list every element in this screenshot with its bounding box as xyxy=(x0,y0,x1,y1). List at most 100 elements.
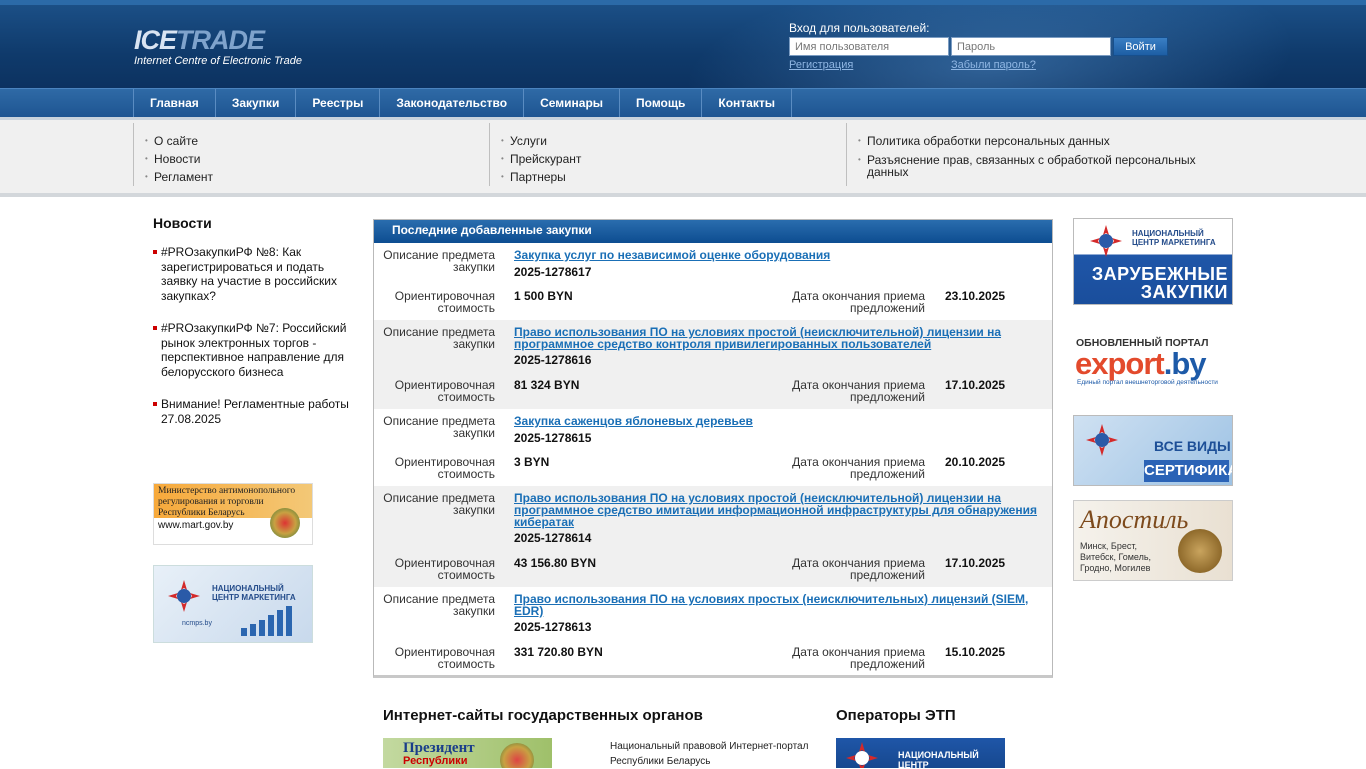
export-by-banner[interactable]: ОБНОВЛЕННЫЙ ПОРТАЛ export.by Единый порт… xyxy=(1073,330,1233,393)
ncm-logo-icon xyxy=(1090,225,1122,257)
register-link[interactable]: Регистрация xyxy=(789,59,951,71)
main-nav: Главная Закупки Реестры Законодательство… xyxy=(0,88,1366,117)
rb2-brand: export.by xyxy=(1075,346,1207,381)
ncm-banner[interactable]: НАЦИОНАЛЬНЫЙ ЦЕНТР МАРКЕТИНГА ncmps.by xyxy=(153,565,313,643)
site-logo[interactable]: ICETRADE Internet Centre of Electronic T… xyxy=(134,25,302,67)
subnav-link-partners[interactable]: Партнеры xyxy=(501,168,846,186)
purchase-deadline: 17.10.2025 xyxy=(945,378,1006,392)
cost-label: Ориентировочная стоимость xyxy=(394,455,495,481)
emblem-icon xyxy=(270,508,300,538)
certificates-banner[interactable]: ВСЕ ВИДЫ СЕРТИФИКАТОВ xyxy=(1073,415,1233,486)
news-panel: Новости #PROзакупкиРФ №8: Как зарегистри… xyxy=(153,215,353,444)
table-row: Описание предмета закупки Право использо… xyxy=(374,486,1052,587)
subnav-column-1: О сайте Новости Регламент xyxy=(133,123,490,186)
rb4-title: Апостиль xyxy=(1080,505,1189,534)
ncm-logo-icon xyxy=(846,742,878,768)
purchase-number: 2025-1278617 xyxy=(514,265,592,279)
purchase-deadline: 15.10.2025 xyxy=(945,645,1006,659)
purchase-cost: 331 720.80 BYN xyxy=(514,645,603,659)
purchase-cost: 3 BYN xyxy=(514,455,550,469)
forgot-password-link[interactable]: Забыли пароль? xyxy=(951,59,1113,71)
header: ICETRADE Internet Centre of Electronic T… xyxy=(0,0,1366,88)
ncm-logo-icon xyxy=(168,580,200,612)
subnav-link-about[interactable]: О сайте xyxy=(145,132,490,150)
login-panel: Вход для пользователей: Войти Регистраци… xyxy=(789,21,1179,71)
purchase-number: 2025-1278614 xyxy=(514,531,592,545)
ncm-banner-url: ncmps.by xyxy=(182,620,212,627)
nav-item-legislation[interactable]: Законодательство xyxy=(380,89,525,117)
rb3-bottom-text: СЕРТИФИКАТОВ xyxy=(1144,460,1232,482)
purchase-cost: 1 500 BYN xyxy=(514,289,573,303)
desc-label: Описание предмета закупки xyxy=(383,248,495,274)
table-row: Описание предмета закупки Закупка саженц… xyxy=(374,409,1052,486)
subnav-link-rights-explanation[interactable]: Разъяснение прав, связанных с обработкой… xyxy=(858,154,1207,178)
purchase-title-link[interactable]: Закупка саженцов яблоневых деревьев xyxy=(514,415,1044,427)
desc-label: Описание предмета закупки xyxy=(383,491,495,517)
purchase-number: 2025-1278616 xyxy=(514,353,592,367)
nav-item-home[interactable]: Главная xyxy=(134,89,216,117)
subnav-column-3: Политика обработки персональных данных Р… xyxy=(846,123,1226,186)
purchase-deadline: 23.10.2025 xyxy=(945,289,1006,303)
subnav-link-news[interactable]: Новости xyxy=(145,150,490,168)
nav-item-purchases[interactable]: Закупки xyxy=(216,89,297,117)
desc-label: Описание предмета закупки xyxy=(383,592,495,618)
cost-label: Ориентировочная стоимость xyxy=(394,378,495,404)
seal-icon xyxy=(1178,529,1222,573)
chart-bars-icon xyxy=(241,606,292,636)
etp-operators-title: Операторы ЭТП xyxy=(836,707,956,724)
purchase-number: 2025-1278613 xyxy=(514,620,592,634)
nav-item-registries[interactable]: Реестры xyxy=(296,89,381,117)
rb3-top-text: ВСЕ ВИДЫ xyxy=(1154,438,1231,454)
foreign-purchases-banner[interactable]: НАЦИОНАЛЬНЫЙ ЦЕНТР МАРКЕТИНГА ЗАРУБЕЖНЫЕ… xyxy=(1073,218,1233,305)
desc-label: Описание предмета закупки xyxy=(383,325,495,351)
president-banner[interactable]: Президент Республики xyxy=(383,738,552,768)
ncm-banner-text: НАЦИОНАЛЬНЫЙ ЦЕНТР МАРКЕТИНГА xyxy=(212,584,296,602)
mart-banner-line: регулирования и торговли xyxy=(158,497,264,507)
deadline-label: Дата окончания приема предложений xyxy=(792,289,925,315)
subnav-link-privacy-policy[interactable]: Политика обработки персональных данных xyxy=(858,132,1226,150)
purchase-cost: 43 156.80 BYN xyxy=(514,556,597,570)
login-title: Вход для пользователей: xyxy=(789,21,930,35)
latest-purchases-title: Последние добавленные закупки xyxy=(374,220,1052,243)
purchase-title-link[interactable]: Закупка услуг по независимой оценке обор… xyxy=(514,249,1044,261)
news-item[interactable]: Внимание! Регламентные работы 27.08.2025 xyxy=(153,397,353,426)
deadline-label: Дата окончания приема предложений xyxy=(792,645,925,671)
pravo-portal-link[interactable]: Национальный правовой Интернет-портал Ре… xyxy=(610,739,810,769)
sub-nav: О сайте Новости Регламент Услуги Прейску… xyxy=(0,117,1366,197)
subnav-column-2: Услуги Прейскурант Партнеры xyxy=(489,123,846,186)
rb1-big-text: ЗАРУБЕЖНЫЕ ЗАКУПКИ xyxy=(1091,264,1228,302)
cost-label: Ориентировочная стоимость xyxy=(394,289,495,315)
password-input[interactable] xyxy=(951,37,1111,56)
ncm-logo-icon xyxy=(1086,424,1118,456)
logo-subtitle: Internet Centre of Electronic Trade xyxy=(134,55,302,67)
purchase-number: 2025-1278615 xyxy=(514,431,592,445)
rb1-small-text: НАЦИОНАЛЬНЫЙ ЦЕНТР МАРКЕТИНГА xyxy=(1132,229,1216,247)
nav-item-contacts[interactable]: Контакты xyxy=(702,89,792,117)
table-row: Описание предмета закупки Закупка услуг … xyxy=(374,243,1052,320)
subnav-link-services[interactable]: Услуги xyxy=(501,132,846,150)
cost-label: Ориентировочная стоимость xyxy=(394,645,495,671)
purchase-title-link[interactable]: Право использования ПО на условиях прост… xyxy=(514,326,1044,350)
latest-purchases-table: Последние добавленные закупки Описание п… xyxy=(373,219,1053,678)
ncm-etp-text: НАЦИОНАЛЬНЫЙ ЦЕНТР МАРКЕТИНГА xyxy=(898,750,979,768)
ncm-etp-banner[interactable]: НАЦИОНАЛЬНЫЙ ЦЕНТР МАРКЕТИНГА xyxy=(836,738,1005,768)
nav-item-help[interactable]: Помощь xyxy=(620,89,703,117)
purchase-cost: 81 324 BYN xyxy=(514,378,580,392)
username-input[interactable] xyxy=(789,37,949,56)
news-item[interactable]: #PROзакупкиРФ №7: Российский рынок элект… xyxy=(153,321,353,379)
deadline-label: Дата окончания приема предложений xyxy=(792,455,925,481)
rb4-cities: Минск, Брест, Витебск, Гомель, Гродно, М… xyxy=(1080,541,1152,573)
desc-label: Описание предмета закупки xyxy=(383,414,495,440)
table-row: Описание предмета закупки Право использо… xyxy=(374,320,1052,409)
apostille-banner[interactable]: Апостиль Минск, Брест, Витебск, Гомель, … xyxy=(1073,500,1233,581)
login-button[interactable]: Войти xyxy=(1113,37,1168,56)
subnav-link-prices[interactable]: Прейскурант xyxy=(501,150,846,168)
cost-label: Ориентировочная стоимость xyxy=(394,556,495,582)
mart-banner[interactable]: Министерство антимонопольного регулирова… xyxy=(153,483,313,545)
nav-item-seminars[interactable]: Семинары xyxy=(524,89,621,117)
purchase-deadline: 20.10.2025 xyxy=(945,455,1006,469)
subnav-link-regulations[interactable]: Регламент xyxy=(145,168,490,186)
news-item[interactable]: #PROзакупкиРФ №8: Как зарегистрироваться… xyxy=(153,245,353,303)
purchase-title-link[interactable]: Право использования ПО на условиях прост… xyxy=(514,593,1044,617)
purchase-title-link[interactable]: Право использования ПО на условиях прост… xyxy=(514,492,1044,528)
